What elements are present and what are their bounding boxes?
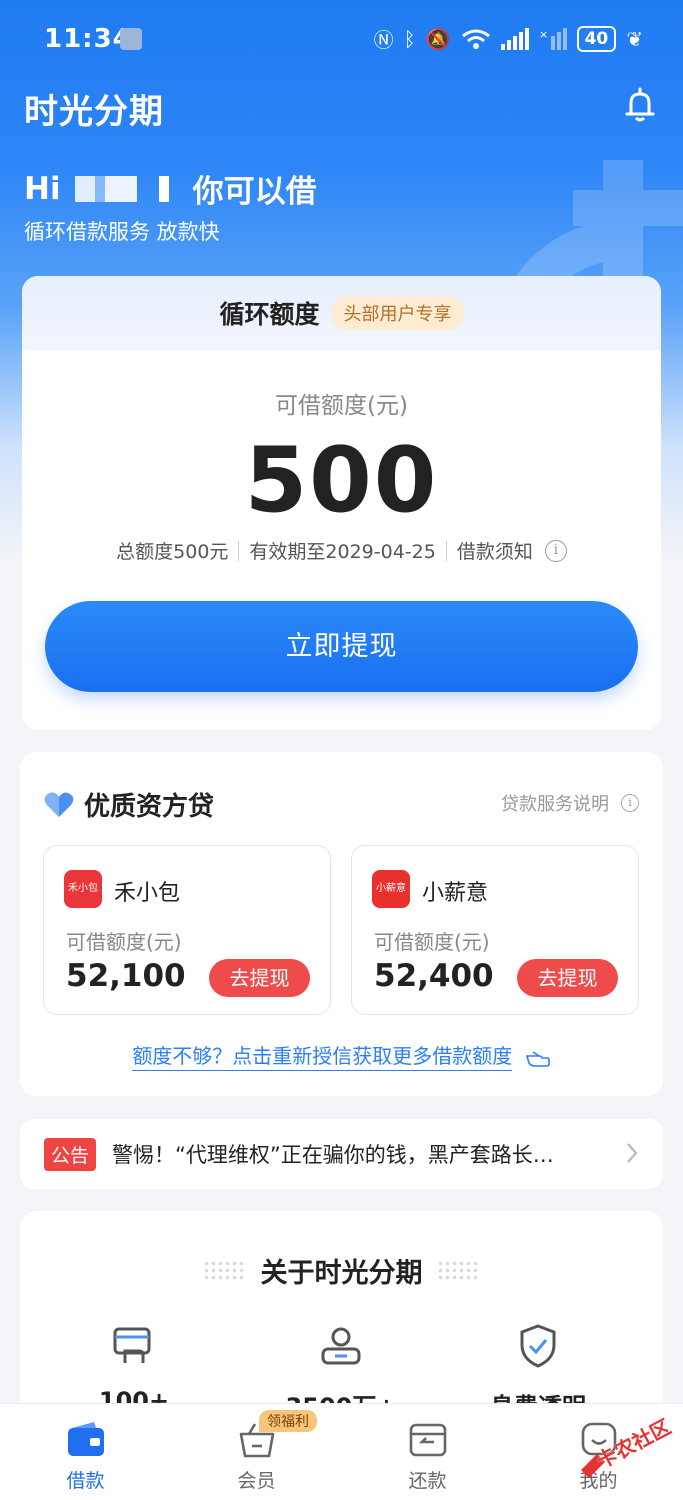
tab-membership[interactable]: 领福利 会员 bbox=[171, 1404, 342, 1500]
announcement-tag: 公告 bbox=[44, 1137, 97, 1171]
greeting-hi: Hi bbox=[24, 170, 61, 207]
pointing-hand-icon bbox=[525, 1050, 550, 1067]
user-badge-icon bbox=[321, 1327, 361, 1365]
signal-off-icon: × bbox=[539, 27, 567, 50]
quota-card-header: 循环额度 头部用户专享 bbox=[22, 276, 661, 350]
lenders-title: 优质资方贷 bbox=[84, 792, 215, 822]
signal-icon bbox=[500, 27, 529, 50]
available-quota-label: 可借额度(元) bbox=[275, 393, 408, 419]
lender-withdraw-button[interactable]: 去提现 bbox=[517, 959, 618, 997]
info-icon[interactable]: i bbox=[544, 539, 567, 562]
lender-card-xiaoxinyi[interactable]: 小薪意 小薪意 可借额度(元) 52,400 去提现 bbox=[351, 845, 639, 1015]
wallet-icon bbox=[68, 1422, 104, 1456]
bluetooth-icon: ᛒ bbox=[403, 26, 416, 51]
about-title-row: 关于时光分期 bbox=[20, 1251, 663, 1290]
decorative-dots bbox=[202, 1259, 247, 1282]
quota-meta: 总额度500元 有效期至2029-04-25 借款须知 i bbox=[22, 537, 661, 564]
mute-icon: 🔕 bbox=[425, 26, 451, 51]
app-title: 时光分期 bbox=[24, 92, 164, 132]
divider bbox=[445, 540, 447, 561]
status-time: 11:34 bbox=[44, 24, 132, 54]
divider bbox=[238, 540, 240, 561]
bell-icon[interactable] bbox=[621, 86, 659, 124]
announcement-text[interactable]: 警惕！“代理维权”正在骗你的钱，黑产套路长… bbox=[112, 1139, 612, 1169]
lender-quota-label: 可借额度(元) bbox=[374, 930, 490, 954]
heart-icon bbox=[44, 792, 74, 817]
lender-name: 小薪意 bbox=[422, 881, 489, 906]
quota-title: 循环额度 bbox=[219, 300, 320, 329]
battery-indicator: 40 bbox=[576, 25, 617, 52]
decorative-dots bbox=[436, 1259, 481, 1282]
announcement-bar[interactable]: 公告 警惕！“代理维权”正在骗你的钱，黑产套路长… bbox=[20, 1119, 663, 1189]
lenders-card: 优质资方贷 贷款服务说明 i 禾小包 禾小包 可借额度(元) 52,100 去提… bbox=[20, 752, 663, 1096]
reauthorize-link[interactable]: 额度不够？点击重新授信获取更多借款额度 bbox=[20, 1040, 663, 1071]
lender-withdraw-button[interactable]: 去提现 bbox=[209, 959, 310, 997]
leaf-icon: ❦ bbox=[626, 26, 643, 51]
quota-card: 循环额度 头部用户专享 可借额度(元) 500 总额度500元 有效期至2029… bbox=[22, 276, 661, 730]
about-item-partners: 100+ bbox=[34, 1323, 234, 1415]
nfc-icon: Ⓝ bbox=[373, 28, 394, 52]
repay-card-icon bbox=[409, 1423, 447, 1457]
lender-name: 禾小包 bbox=[114, 881, 181, 906]
greeting-subtitle: 循环借款服务 放款快 bbox=[24, 220, 220, 244]
reauthorize-link-text[interactable]: 额度不够？点击重新授信获取更多借款额度 bbox=[132, 1044, 513, 1071]
masked-username bbox=[74, 175, 175, 202]
greeting-suffix: 你可以借 bbox=[192, 174, 317, 210]
status-icons: Ⓝ ᛒ 🔕 × 40 ❦ bbox=[374, 24, 643, 53]
chevron-right-icon[interactable] bbox=[625, 1141, 639, 1165]
tab-repay[interactable]: 还款 bbox=[342, 1404, 513, 1500]
lender-quota-amount: 52,100 bbox=[66, 958, 186, 994]
loan-service-help-label[interactable]: 贷款服务说明 bbox=[501, 790, 609, 816]
status-app-icon bbox=[120, 28, 142, 50]
about-title: 关于时光分期 bbox=[260, 1258, 423, 1289]
lender-card-hexiaobao[interactable]: 禾小包 禾小包 可借额度(元) 52,100 去提现 bbox=[43, 845, 331, 1015]
shield-check-icon bbox=[520, 1324, 556, 1368]
card-hand-icon bbox=[113, 1327, 151, 1363]
valid-until: 有效期至2029-04-25 bbox=[249, 541, 436, 563]
loan-service-help[interactable]: 贷款服务说明 i bbox=[501, 790, 639, 816]
status-bar: 11:34 Ⓝ ᛒ 🔕 × 40 ❦ bbox=[0, 0, 683, 80]
tab-loan[interactable]: 借款 bbox=[0, 1404, 171, 1500]
svg-text:×: × bbox=[539, 28, 548, 41]
welfare-badge: 领福利 bbox=[259, 1410, 317, 1432]
tab-label: 借款 bbox=[66, 1470, 105, 1492]
vip-tag: 头部用户专享 bbox=[331, 296, 464, 330]
info-icon[interactable]: i bbox=[621, 794, 639, 812]
tab-label: 会员 bbox=[237, 1470, 276, 1492]
withdraw-now-button[interactable]: 立即提现 bbox=[45, 601, 638, 692]
greeting: Hi 你可以借 bbox=[24, 166, 317, 211]
lender-quota-label: 可借额度(元) bbox=[66, 930, 182, 954]
loan-notice-link[interactable]: 借款须知 bbox=[457, 537, 533, 564]
lender-quota-amount: 52,400 bbox=[374, 958, 494, 994]
lenders-title-row: 优质资方贷 bbox=[44, 786, 214, 823]
tab-label: 还款 bbox=[408, 1470, 447, 1492]
total-quota: 总额度500元 bbox=[116, 541, 229, 563]
hexiaobao-logo-icon: 禾小包 bbox=[64, 870, 102, 908]
available-quota-amount: 500 bbox=[244, 428, 439, 533]
wifi-icon bbox=[461, 29, 490, 49]
xiaoxinyi-logo-icon: 小薪意 bbox=[372, 870, 410, 908]
